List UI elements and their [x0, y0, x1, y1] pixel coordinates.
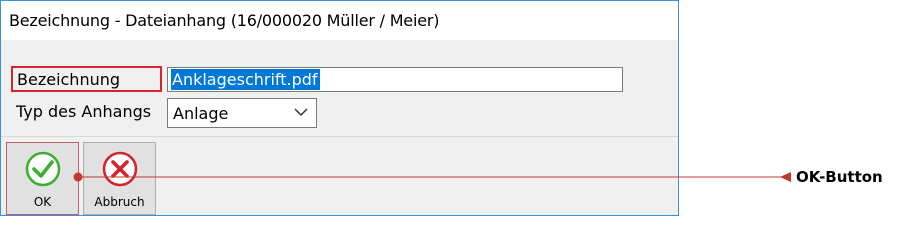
- bezeichnung-label: Bezeichnung: [11, 66, 162, 92]
- typ-label: Typ des Anhangs: [16, 102, 152, 121]
- typ-select[interactable]: Anlage: [167, 98, 317, 128]
- chevron-down-icon: [294, 108, 308, 117]
- bezeichnung-input[interactable]: Anklageschrift.pdf: [167, 67, 623, 92]
- bezeichnung-selected-text: Anklageschrift.pdf: [171, 69, 320, 90]
- callout-label: OK-Button: [796, 168, 883, 186]
- typ-select-value: Anlage: [173, 104, 229, 123]
- window-title: Bezeichnung - Dateianhang (16/000020 Mül…: [9, 11, 440, 30]
- form-area: Bezeichnung Anklageschrift.pdf Typ des A…: [1, 40, 678, 136]
- ok-button-label: OK: [33, 195, 52, 209]
- cancel-button-label: Abbruch: [94, 195, 145, 209]
- button-bar: OK Abbruch: [1, 136, 678, 215]
- close-icon: [102, 151, 137, 187]
- ok-button[interactable]: OK: [6, 142, 79, 215]
- cancel-button[interactable]: Abbruch: [83, 142, 156, 215]
- callout-arrowhead: [780, 172, 791, 182]
- title-bar: Bezeichnung - Dateianhang (16/000020 Mül…: [1, 1, 678, 40]
- attachment-dialog: Bezeichnung - Dateianhang (16/000020 Mül…: [0, 0, 679, 216]
- check-icon: [25, 151, 60, 187]
